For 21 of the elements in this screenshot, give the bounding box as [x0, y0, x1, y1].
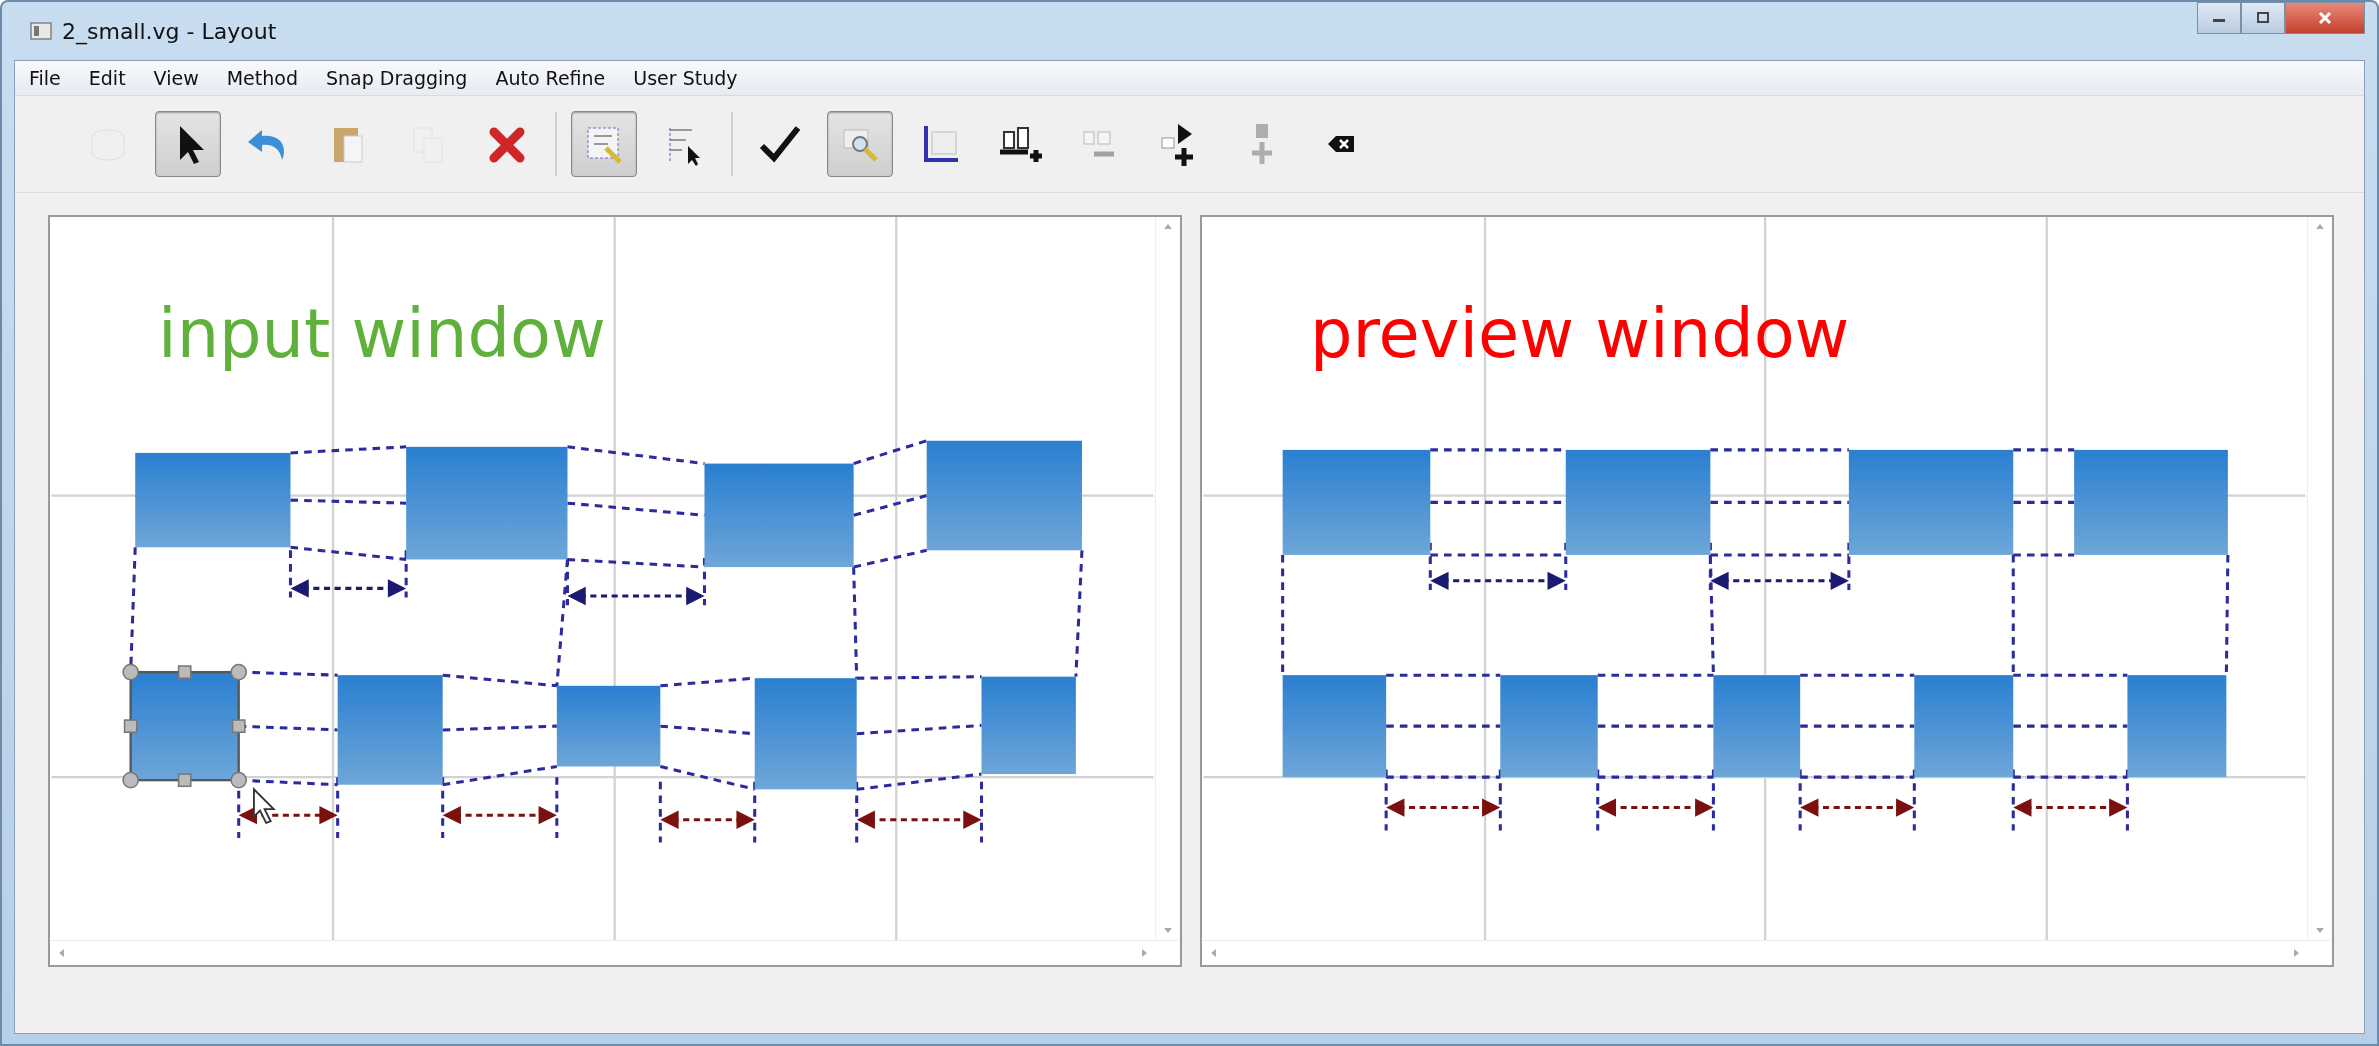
- close-button[interactable]: [2285, 2, 2365, 34]
- maximize-button[interactable]: [2241, 2, 2285, 34]
- pointer-tool-button[interactable]: [155, 111, 221, 177]
- close-icon: [2317, 11, 2333, 25]
- app-icon: [30, 22, 52, 40]
- menu-item[interactable]: Snap Dragging: [325, 67, 468, 89]
- canvas-label: input window: [158, 295, 606, 374]
- menu-item[interactable]: View: [153, 67, 199, 89]
- window-title: 2_small.vg - Layout: [62, 18, 277, 44]
- zoom-tool-button[interactable]: [827, 111, 893, 177]
- menu-item[interactable]: File: [29, 67, 61, 89]
- minimize-button[interactable]: [2197, 2, 2241, 34]
- cursor-icon: [253, 787, 276, 824]
- menu-item[interactable]: Auto Refine: [495, 67, 606, 89]
- menu-item[interactable]: Edit: [88, 67, 126, 89]
- select-box-tool-button[interactable]: [571, 111, 637, 177]
- menu-item[interactable]: Method: [226, 67, 298, 89]
- maximize-icon: [2255, 11, 2271, 25]
- selected-block[interactable]: [122, 663, 248, 789]
- canvas-label: preview window: [1310, 295, 1850, 374]
- menu-item[interactable]: User Study: [633, 67, 738, 89]
